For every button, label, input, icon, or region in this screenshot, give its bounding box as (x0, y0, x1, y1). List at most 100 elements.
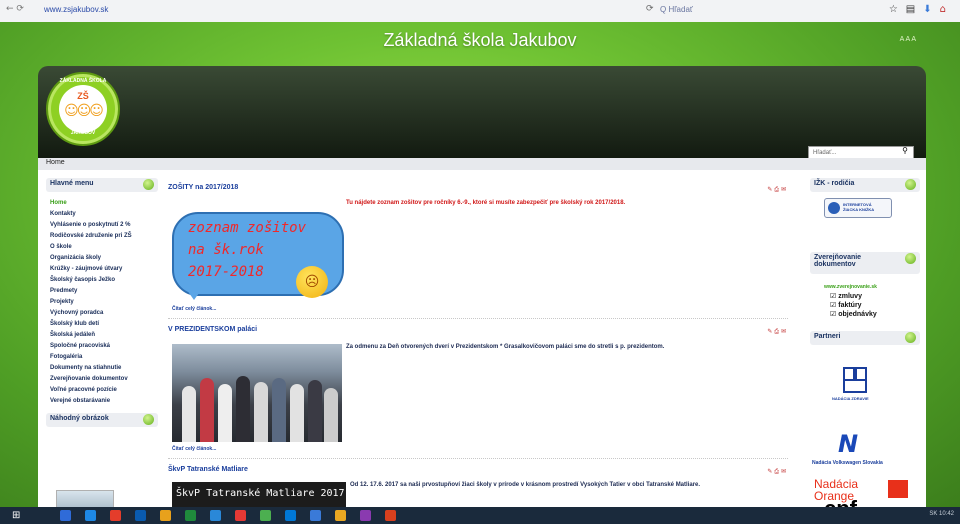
menu-item-pozicie[interactable]: Voľné pracovné pozície (46, 385, 158, 396)
doc-item-objednavky[interactable]: ☑ objednávky (830, 310, 920, 319)
checkbox-icon: ☑ (830, 301, 837, 309)
menu-item-projekty[interactable]: Projekty (46, 297, 158, 308)
globe-icon (828, 202, 840, 214)
left-column: Hlavné menu Home Kontakty Vyhlásenie o p… (46, 178, 158, 433)
taskbar-app-icon[interactable] (285, 510, 296, 521)
browser-toolbar: ← ⟳ www.zsjakubov.sk ⟳ Q Hľadať ☆▤⬇⌂ (0, 0, 960, 23)
menu-item-home[interactable]: Home (46, 198, 158, 209)
doc-item-faktury[interactable]: ☑ faktúry (830, 301, 920, 310)
taskbar-app-icon[interactable] (160, 510, 171, 521)
checkbox-icon: ☑ (830, 310, 837, 318)
menu-item-casopis[interactable]: Školský časopis Ježko (46, 275, 158, 286)
menu-item-organizacia[interactable]: Organizácia školy (46, 253, 158, 264)
menu-item-obstaravanie[interactable]: Verejné obstarávanie (46, 396, 158, 407)
article-title[interactable]: V PREZIDENTSKOM paláci (168, 326, 257, 337)
partner-logo-icon[interactable] (842, 366, 868, 394)
bullet-icon (143, 179, 154, 190)
docs-link[interactable]: www.zverejnovanie.sk (824, 284, 920, 290)
school-logo[interactable]: ZÁKLADNÁ ŠKOLA ZŠ ☺☺☺ JAKUBOV (46, 72, 120, 146)
toolbar-icons: ☆▤⬇⌂ (889, 4, 954, 15)
menu-item-kontakty[interactable]: Kontakty (46, 209, 158, 220)
menu-item-o-skole[interactable]: O škole (46, 242, 158, 253)
photo-figure (182, 386, 196, 442)
main-menu-header: Hlavné menu (46, 178, 158, 192)
article-tools-icons[interactable]: ✎ ⎙ ✉ (767, 186, 786, 194)
taskbar-app-icon[interactable] (235, 510, 246, 521)
taskbar-app-icon[interactable] (85, 510, 96, 521)
article-tools-icons[interactable]: ✎ ⎙ ✉ (767, 328, 786, 336)
doc-item-zmluvy[interactable]: ☑ zmluvy (830, 292, 920, 301)
back-button[interactable]: ← ⟳ (6, 4, 24, 14)
random-image[interactable] (56, 490, 114, 507)
taskbar-app-icon[interactable] (135, 510, 146, 521)
taskbar-app-icon[interactable] (210, 510, 221, 521)
menu-item-pracoviska[interactable]: Spoločné pracoviská (46, 341, 158, 352)
menu-item-fotogaleria[interactable]: Fotogaléria (46, 352, 158, 363)
menu-item-2-percent[interactable]: Vyhlásenie o poskytnutí 2 % (46, 220, 158, 231)
cpf-partner-logo[interactable]: cpf (824, 496, 857, 507)
image-text-line: zoznam zošitov (188, 220, 307, 236)
article-text: Za odmenu za Deň otvorených dverí v Prez… (346, 344, 665, 350)
taskbar-app-icon[interactable] (260, 510, 271, 521)
logo-figures-icon: ☺☺☺ (64, 103, 104, 119)
president-palace-photo[interactable] (172, 344, 342, 442)
read-more-link[interactable]: Čítať celý článok... (172, 446, 216, 452)
site-title: Základná škola Jakubov (383, 30, 577, 50)
skvp-image[interactable]: ŠkvP Tatranské Matliare 2017 (172, 482, 346, 507)
breadcrumb[interactable]: Home (46, 159, 65, 166)
taskbar-app-icon[interactable] (185, 510, 196, 521)
vw-logo-icon[interactable]: N (838, 430, 858, 458)
image-caption: ŠkvP Tatranské Matliare 2017 (176, 488, 345, 499)
photo-figure (324, 388, 338, 442)
read-more-link[interactable]: Čítať celý článok... (172, 306, 216, 312)
bullet-icon (905, 253, 916, 264)
ipzk-title: IŽK - rodičia (814, 180, 855, 187)
article-notice[interactable]: Tu nájdete zoznam zošitov pre ročníky 6.… (346, 200, 625, 206)
pocket-icon[interactable]: ⬇ (923, 4, 939, 15)
home-icon[interactable]: ⌂ (940, 4, 954, 15)
bullet-icon (905, 179, 916, 190)
reload-icon[interactable]: ⟳ (646, 4, 654, 14)
menu-item-vychovny-poradca[interactable]: Výchovný poradca (46, 308, 158, 319)
photo-figure (254, 382, 268, 442)
taskbar-app-icon[interactable] (60, 510, 71, 521)
article-title[interactable]: ŠkvP Tatranské Matliare (168, 466, 248, 477)
address-bar[interactable]: www.zsjakubov.sk (44, 5, 108, 14)
font-size-links[interactable]: A A A (900, 36, 916, 43)
orange-logo-icon[interactable] (888, 480, 908, 498)
logo-text-bottom: JAKUBOV (70, 130, 96, 136)
windows-start-icon[interactable]: ⊞ (12, 510, 20, 521)
zosity-image[interactable]: zoznam zošitov na šk.rok 2017-2018 ☹ (172, 212, 344, 298)
logo-text-center: ZŠ (77, 91, 89, 101)
taskbar-app-icon[interactable] (385, 510, 396, 521)
star-icon[interactable]: ☆ (889, 4, 906, 15)
docs-title: Zverejňovanie dokumentov (814, 254, 862, 268)
taskbar-app-icon[interactable] (110, 510, 121, 521)
article-title[interactable]: ZOŠITY na 2017/2018 (168, 184, 238, 195)
bullet-icon (905, 332, 916, 343)
bubble-tail (184, 286, 204, 300)
menu-item-skd[interactable]: Školský klub detí (46, 319, 158, 330)
system-tray[interactable]: SK 10:42 (929, 511, 954, 517)
library-icon[interactable]: ▤ (906, 4, 923, 15)
menu-item-predmety[interactable]: Predmety (46, 286, 158, 297)
ipzk-button[interactable]: INTERNETOVÁ ŽIACKA KNIŽKA (824, 198, 892, 218)
ipzk-header: IŽK - rodičia (810, 178, 920, 192)
taskbar-app-icon[interactable] (310, 510, 321, 521)
article-tools-icons[interactable]: ✎ ⎙ ✉ (767, 468, 786, 476)
article-text: Od 12. 17.6. 2017 sa naši prvostupňoví ž… (350, 482, 701, 488)
taskbar-app-icon[interactable] (335, 510, 346, 521)
photo-figure (308, 380, 322, 442)
menu-item-rodicovske-zdruzenie[interactable]: Rodičovské združenie pri ZŠ (46, 231, 158, 242)
menu-item-zverejnovanie[interactable]: Zverejňovanie dokumentov (46, 374, 158, 385)
image-text-line: na šk.rok (188, 242, 264, 258)
menu-item-kruzky[interactable]: Krúžky - záujmové útvary (46, 264, 158, 275)
browser-search-input[interactable]: Q Hľadať (660, 5, 693, 14)
menu-item-dokumenty[interactable]: Dokumenty na stiahnutie (46, 363, 158, 374)
menu-item-jedalen[interactable]: Školská jedáleň (46, 330, 158, 341)
docs-header: Zverejňovanie dokumentov (810, 252, 920, 274)
site-header: ZÁKLADNÁ ŠKOLA ZŠ ☺☺☺ JAKUBOV Hľadať... … (38, 66, 926, 160)
search-icon[interactable]: ⚲ (902, 146, 908, 155)
taskbar-app-icon[interactable] (360, 510, 371, 521)
checkbox-icon: ☑ (830, 292, 837, 300)
